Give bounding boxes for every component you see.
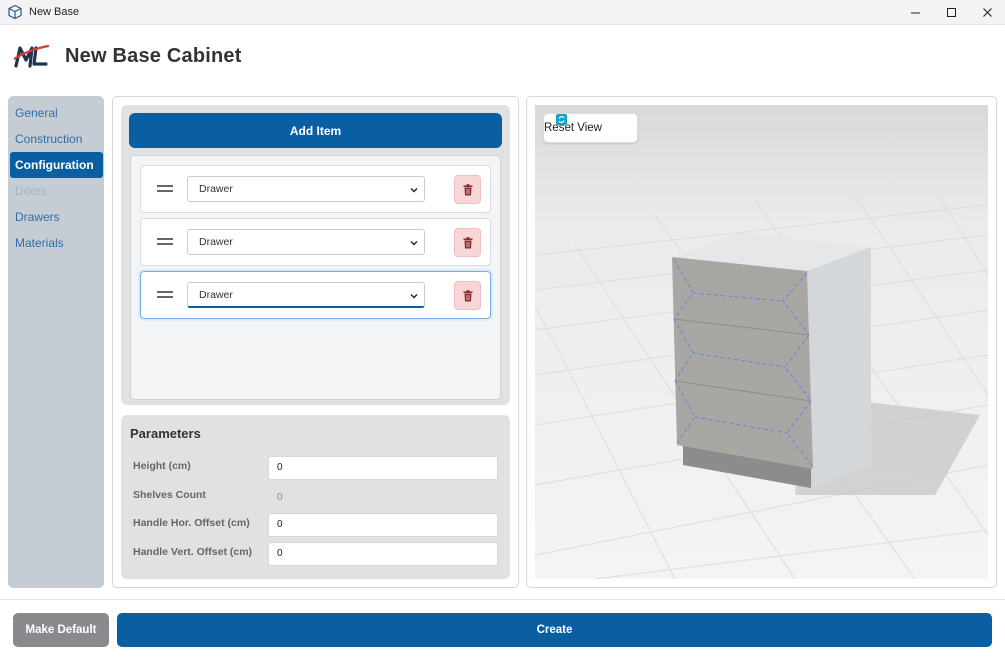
shelves-count-label: Shelves Count [133,489,206,501]
app-header: New Base Cabinet [0,25,1005,91]
item-type-value: Drawer [199,183,233,195]
close-button[interactable] [969,0,1005,25]
delete-item-button[interactable] [454,175,481,204]
cube-icon [8,4,22,20]
list-item: Drawer [140,218,491,266]
make-default-button[interactable]: Make Default [13,613,109,647]
footer-divider [0,599,1005,600]
height-input[interactable]: 0 [268,456,498,480]
parameters-title: Parameters [130,426,201,441]
item-type-select[interactable]: Drawer [187,282,425,308]
sidebar-item-construction[interactable]: Construction [10,126,103,152]
handle-hor-offset-input[interactable]: 0 [268,513,498,537]
sidebar-item-doors: Doors [15,184,48,198]
close-icon [982,8,992,17]
drag-handle-icon[interactable] [157,185,173,193]
reset-view-label: Reset View [544,122,602,134]
cabinet-front [672,257,813,469]
handle-hor-offset-label: Handle Hor. Offset (cm) [133,517,250,529]
delete-item-button[interactable] [454,228,481,257]
configuration-panel: Add Item Drawer Drawer Drawer Parameters… [112,96,519,588]
item-type-select[interactable]: Drawer [187,229,425,255]
3d-viewport[interactable]: Reset View [535,105,988,579]
item-type-value: Drawer [199,289,233,301]
page-title: New Base Cabinet [65,45,242,67]
reset-view-button[interactable]: Reset View [543,113,638,143]
handle-vert-offset-label: Handle Vert. Offset (cm) [133,546,253,558]
maximize-icon [946,8,956,17]
trash-icon [463,183,472,195]
maximize-button[interactable] [933,0,969,25]
cabinet-3d-render [535,105,988,579]
items-list: Drawer Drawer Drawer [130,155,501,400]
delete-item-button[interactable] [454,281,481,310]
add-item-button[interactable]: Add Item [129,113,502,148]
company-logo [14,44,50,68]
height-label: Height (cm) [133,460,191,472]
minimize-button[interactable] [897,0,933,25]
item-type-select[interactable]: Drawer [187,176,425,202]
handle-vert-offset-input[interactable]: 0 [268,542,498,566]
sidebar-item-general[interactable]: General [10,100,103,126]
minimize-icon [910,12,920,14]
refresh-icon [556,114,567,125]
chevron-down-icon [410,241,418,246]
create-button[interactable]: Create [117,613,992,647]
parameters-section: Parameters Height (cm) 0 Shelves Count 0… [121,415,510,579]
title-bar: New Base [0,0,1005,25]
sidebar: General Construction Configuration Doors… [8,96,104,588]
window-title: New Base [29,6,80,18]
trash-icon [463,289,472,301]
list-item-selected: Drawer [140,271,491,319]
list-item: Drawer [140,165,491,213]
cabinet-side [807,247,871,489]
item-type-value: Drawer [199,236,233,248]
chevron-down-icon [410,188,418,193]
sidebar-item-configuration[interactable]: Configuration [10,152,103,178]
shelves-count-value: 0 [277,492,283,503]
sidebar-item-materials[interactable]: Materials [10,230,103,256]
preview-panel: Reset View [526,96,997,588]
drag-handle-icon[interactable] [157,291,173,299]
drag-handle-icon[interactable] [157,238,173,246]
trash-icon [463,236,472,248]
sidebar-item-drawers[interactable]: Drawers [10,204,103,230]
items-box: Add Item Drawer Drawer Drawer [121,105,510,405]
chevron-down-icon [410,294,418,299]
